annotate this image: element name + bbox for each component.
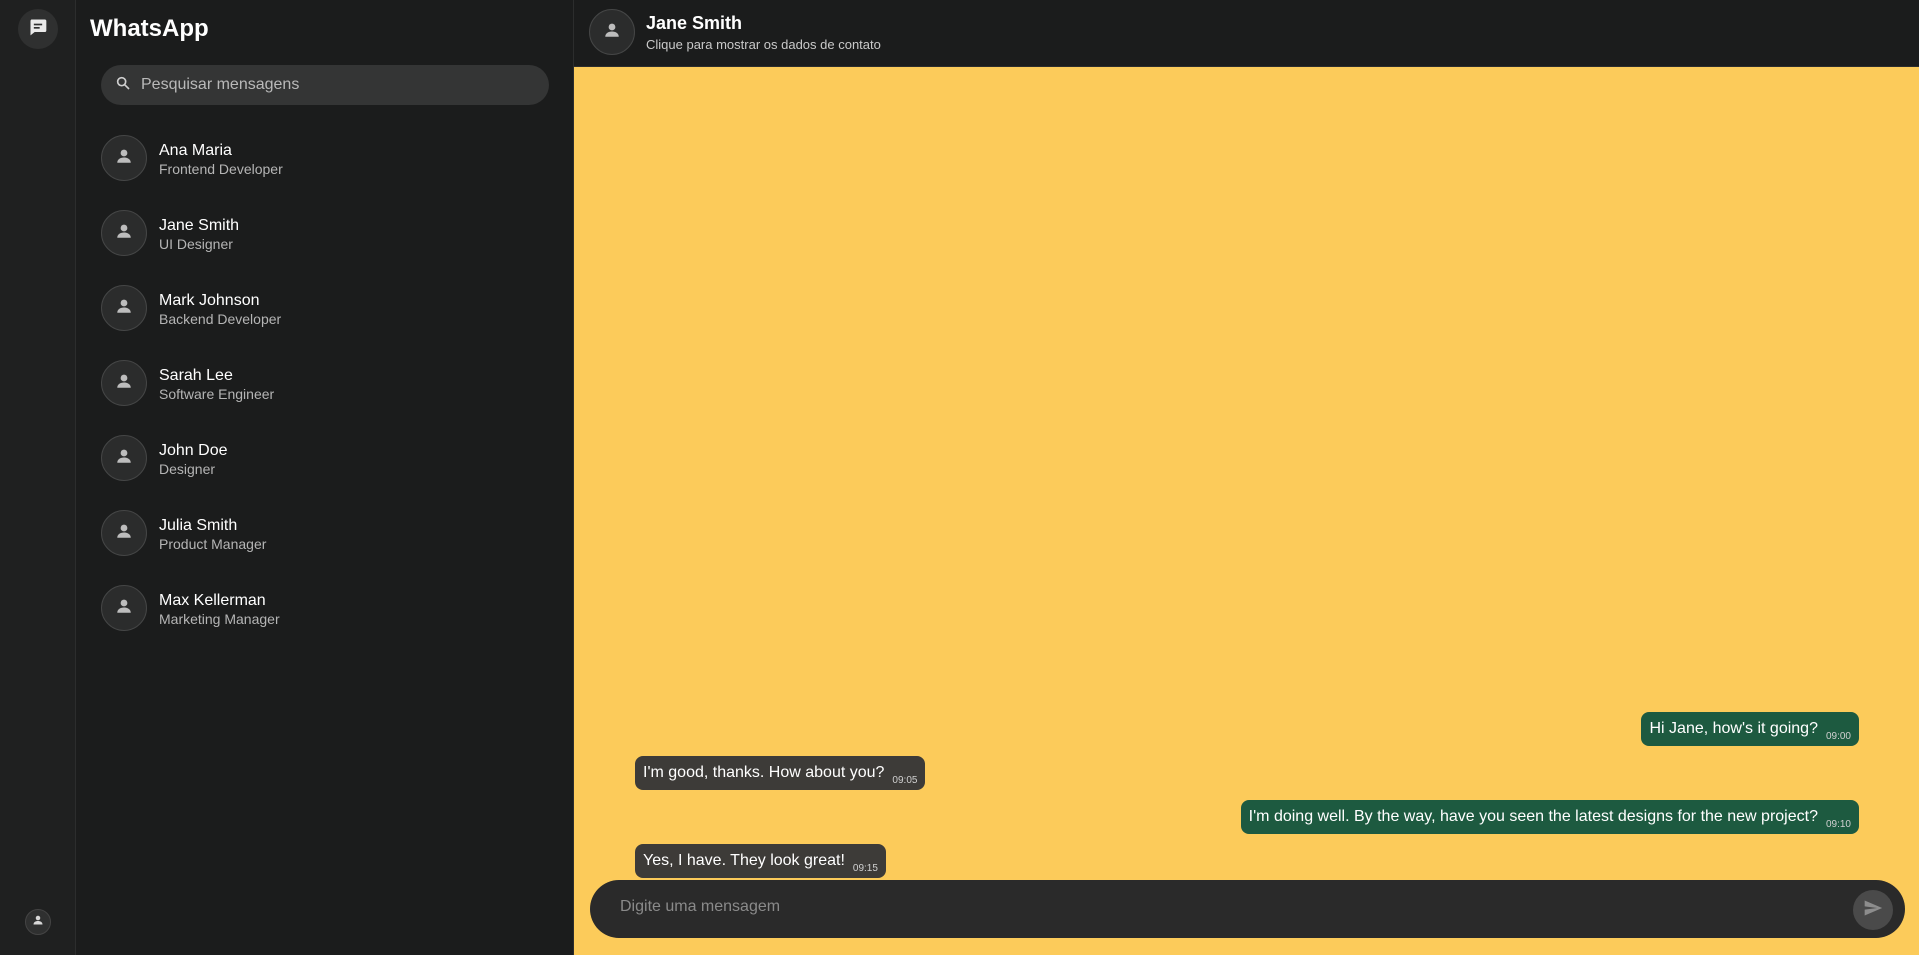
contact-role: Frontend Developer (159, 161, 283, 177)
contact-item[interactable]: Ana Maria Frontend Developer (101, 135, 549, 210)
incoming-message[interactable]: I'm good, thanks. How about you? 09:05 (635, 756, 926, 790)
chats-button[interactable] (18, 9, 58, 49)
contact-name: Sarah Lee (159, 367, 233, 384)
contact-role: Designer (159, 461, 216, 477)
contact-role: Software Engineer (159, 386, 275, 402)
chat-panel: Jane Smith Clique para mostrar os dados … (574, 0, 1919, 955)
contact-role: Backend Developer (159, 311, 282, 327)
outgoing-message[interactable]: Hi Jane, how's it going? 09:00 (1641, 712, 1859, 746)
avatar (101, 285, 147, 331)
contact-item[interactable]: Max Kellerman Marketing Manager (101, 585, 549, 660)
chat-contact-name: Jane Smith (646, 13, 743, 33)
incoming-message[interactable]: Yes, I have. They look great! 09:15 (635, 844, 886, 878)
chat-contact-subtitle: Clique para mostrar os dados de contato (646, 37, 881, 52)
avatar (101, 585, 147, 631)
chat-icon (28, 17, 48, 42)
contact-name: Ana Maria (159, 142, 232, 159)
avatar (101, 360, 147, 406)
contact-role: UI Designer (159, 236, 233, 252)
avatar (101, 135, 147, 181)
avatar[interactable] (589, 9, 635, 55)
message-text: I'm good, thanks. How about you? (643, 764, 885, 781)
app-title: WhatsApp (90, 15, 209, 42)
contact-role: Marketing Manager (159, 611, 280, 627)
contact-item[interactable]: Jane Smith UI Designer (101, 210, 549, 285)
left-rail (0, 0, 76, 955)
contact-item[interactable]: Julia Smith Product Manager (101, 510, 549, 585)
avatar (101, 435, 147, 481)
send-icon (1863, 898, 1883, 923)
contact-role: Product Manager (159, 536, 267, 552)
avatar (101, 210, 147, 256)
profile-button[interactable] (25, 909, 51, 935)
contact-name: Max Kellerman (159, 592, 266, 609)
person-icon (603, 21, 621, 44)
person-icon (115, 597, 133, 620)
person-icon (115, 522, 133, 545)
person-icon (115, 222, 133, 245)
outgoing-message[interactable]: I'm doing well. By the way, have you see… (1240, 800, 1859, 834)
avatar (101, 510, 147, 556)
contact-item[interactable]: Mark Johnson Backend Developer (101, 285, 549, 360)
search-input[interactable] (141, 76, 541, 94)
message-text: I'm doing well. By the way, have you see… (1248, 808, 1818, 825)
contact-name: Jane Smith (159, 217, 240, 234)
message-time: 09:05 (892, 775, 918, 786)
message-text: Yes, I have. They look great! (643, 852, 845, 869)
message-time: 09:00 (1825, 731, 1851, 742)
contact-name: John Doe (159, 442, 228, 459)
person-icon (115, 297, 133, 320)
contact-name: Mark Johnson (159, 292, 260, 309)
message-time: 09:10 (1825, 819, 1851, 830)
sidebar: WhatsApp Ana Maria Frontend Developer Jane… (76, 0, 574, 955)
contact-item[interactable]: John Doe Designer (101, 435, 549, 510)
send-button[interactable] (1853, 890, 1893, 930)
contact-name: Julia Smith (159, 517, 238, 534)
chat-header[interactable]: Jane Smith Clique para mostrar os dados … (574, 0, 1919, 67)
search-icon (115, 75, 131, 96)
message-composer (590, 880, 1905, 938)
contact-list: Ana Maria Frontend Developer Jane Smith UI … (101, 135, 549, 660)
message-input[interactable] (620, 898, 1820, 916)
search-bar[interactable] (101, 65, 549, 105)
person-icon (115, 372, 133, 395)
person-icon (115, 447, 133, 470)
person-icon (115, 147, 133, 170)
person-icon (32, 913, 44, 931)
message-time: 09:15 (852, 863, 878, 874)
message-text: Hi Jane, how's it going? (1649, 720, 1818, 737)
contact-item[interactable]: Sarah Lee Software Engineer (101, 360, 549, 435)
